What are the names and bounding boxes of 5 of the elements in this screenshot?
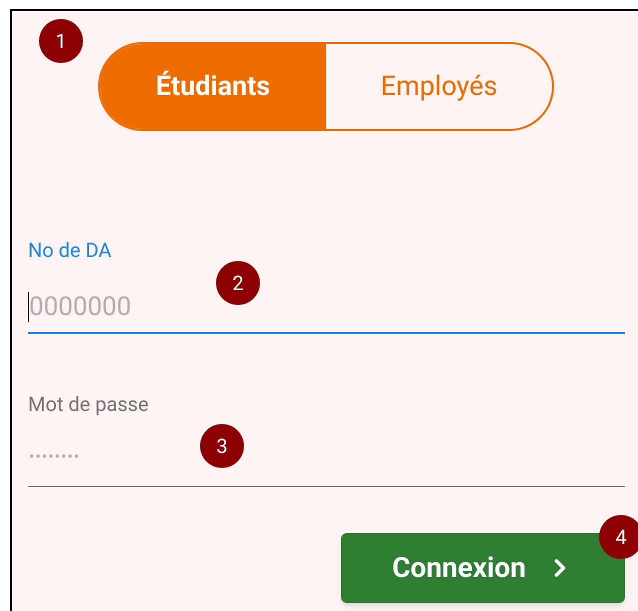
field-label: Mot de passe (28, 392, 150, 416)
text-cursor (28, 292, 29, 322)
segment-tab[interactable]: Employés (326, 44, 552, 129)
field-label: No de DA (28, 238, 112, 262)
segment-tab[interactable]: Étudiants (100, 44, 326, 129)
